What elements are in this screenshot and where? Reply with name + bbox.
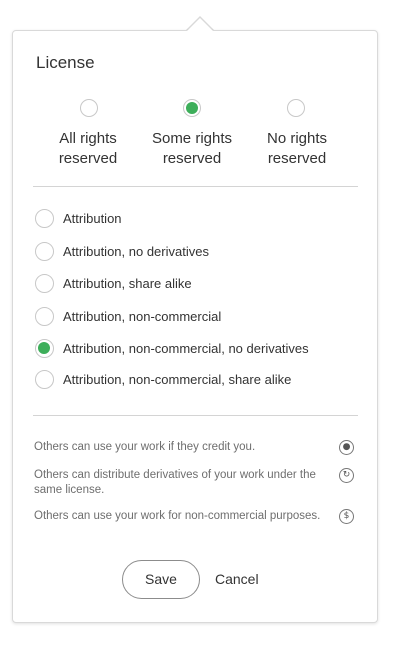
level-some-rights-label[interactable]: Some rights reserved: [137, 129, 247, 169]
option-attribution-non-commercial-label[interactable]: Attribution, non-commercial: [63, 309, 221, 324]
option-attribution-non-commercial-share-alike-label[interactable]: Attribution, non-commercial, share alike: [63, 372, 291, 387]
share-alike-icon: ↻: [339, 468, 354, 483]
option-attribution-non-commercial-no-derivatives-label[interactable]: Attribution, non-commercial, no derivati…: [63, 341, 309, 356]
level-all-rights-radio[interactable]: [80, 99, 98, 117]
option-attribution-share-alike-label[interactable]: Attribution, share alike: [63, 276, 192, 291]
non-commercial-icon: $: [339, 509, 354, 524]
description-share-alike: Others can distribute derivatives of you…: [34, 469, 316, 496]
option-attribution-non-commercial-radio[interactable]: [35, 307, 54, 326]
description-attribution: Others can use your work if they credit …: [34, 441, 256, 453]
option-attribution-radio[interactable]: [35, 209, 54, 228]
level-all-rights-label[interactable]: All rights reserved: [33, 129, 143, 169]
license-title: License: [36, 53, 95, 72]
divider: [33, 415, 358, 416]
license-popover: [12, 30, 378, 623]
option-attribution-no-derivatives-radio[interactable]: [35, 242, 54, 261]
level-some-rights-radio[interactable]: [183, 99, 201, 117]
option-attribution-share-alike-radio[interactable]: [35, 274, 54, 293]
level-no-rights-label[interactable]: No rights reserved: [242, 129, 352, 169]
save-button[interactable]: Save: [122, 560, 200, 599]
option-attribution-non-commercial-share-alike-radio[interactable]: [35, 370, 54, 389]
divider: [33, 186, 358, 187]
option-attribution-no-derivatives-label[interactable]: Attribution, no derivatives: [63, 244, 209, 259]
description-non-commercial: Others can use your work for non-commerc…: [34, 510, 321, 522]
cancel-button[interactable]: Cancel: [215, 571, 259, 587]
option-attribution-non-commercial-no-derivatives-radio[interactable]: [35, 339, 54, 358]
attribution-icon: ●: [339, 440, 354, 455]
level-no-rights-radio[interactable]: [287, 99, 305, 117]
popover-caret-fill: [187, 18, 213, 31]
option-attribution-label[interactable]: Attribution: [63, 211, 122, 226]
